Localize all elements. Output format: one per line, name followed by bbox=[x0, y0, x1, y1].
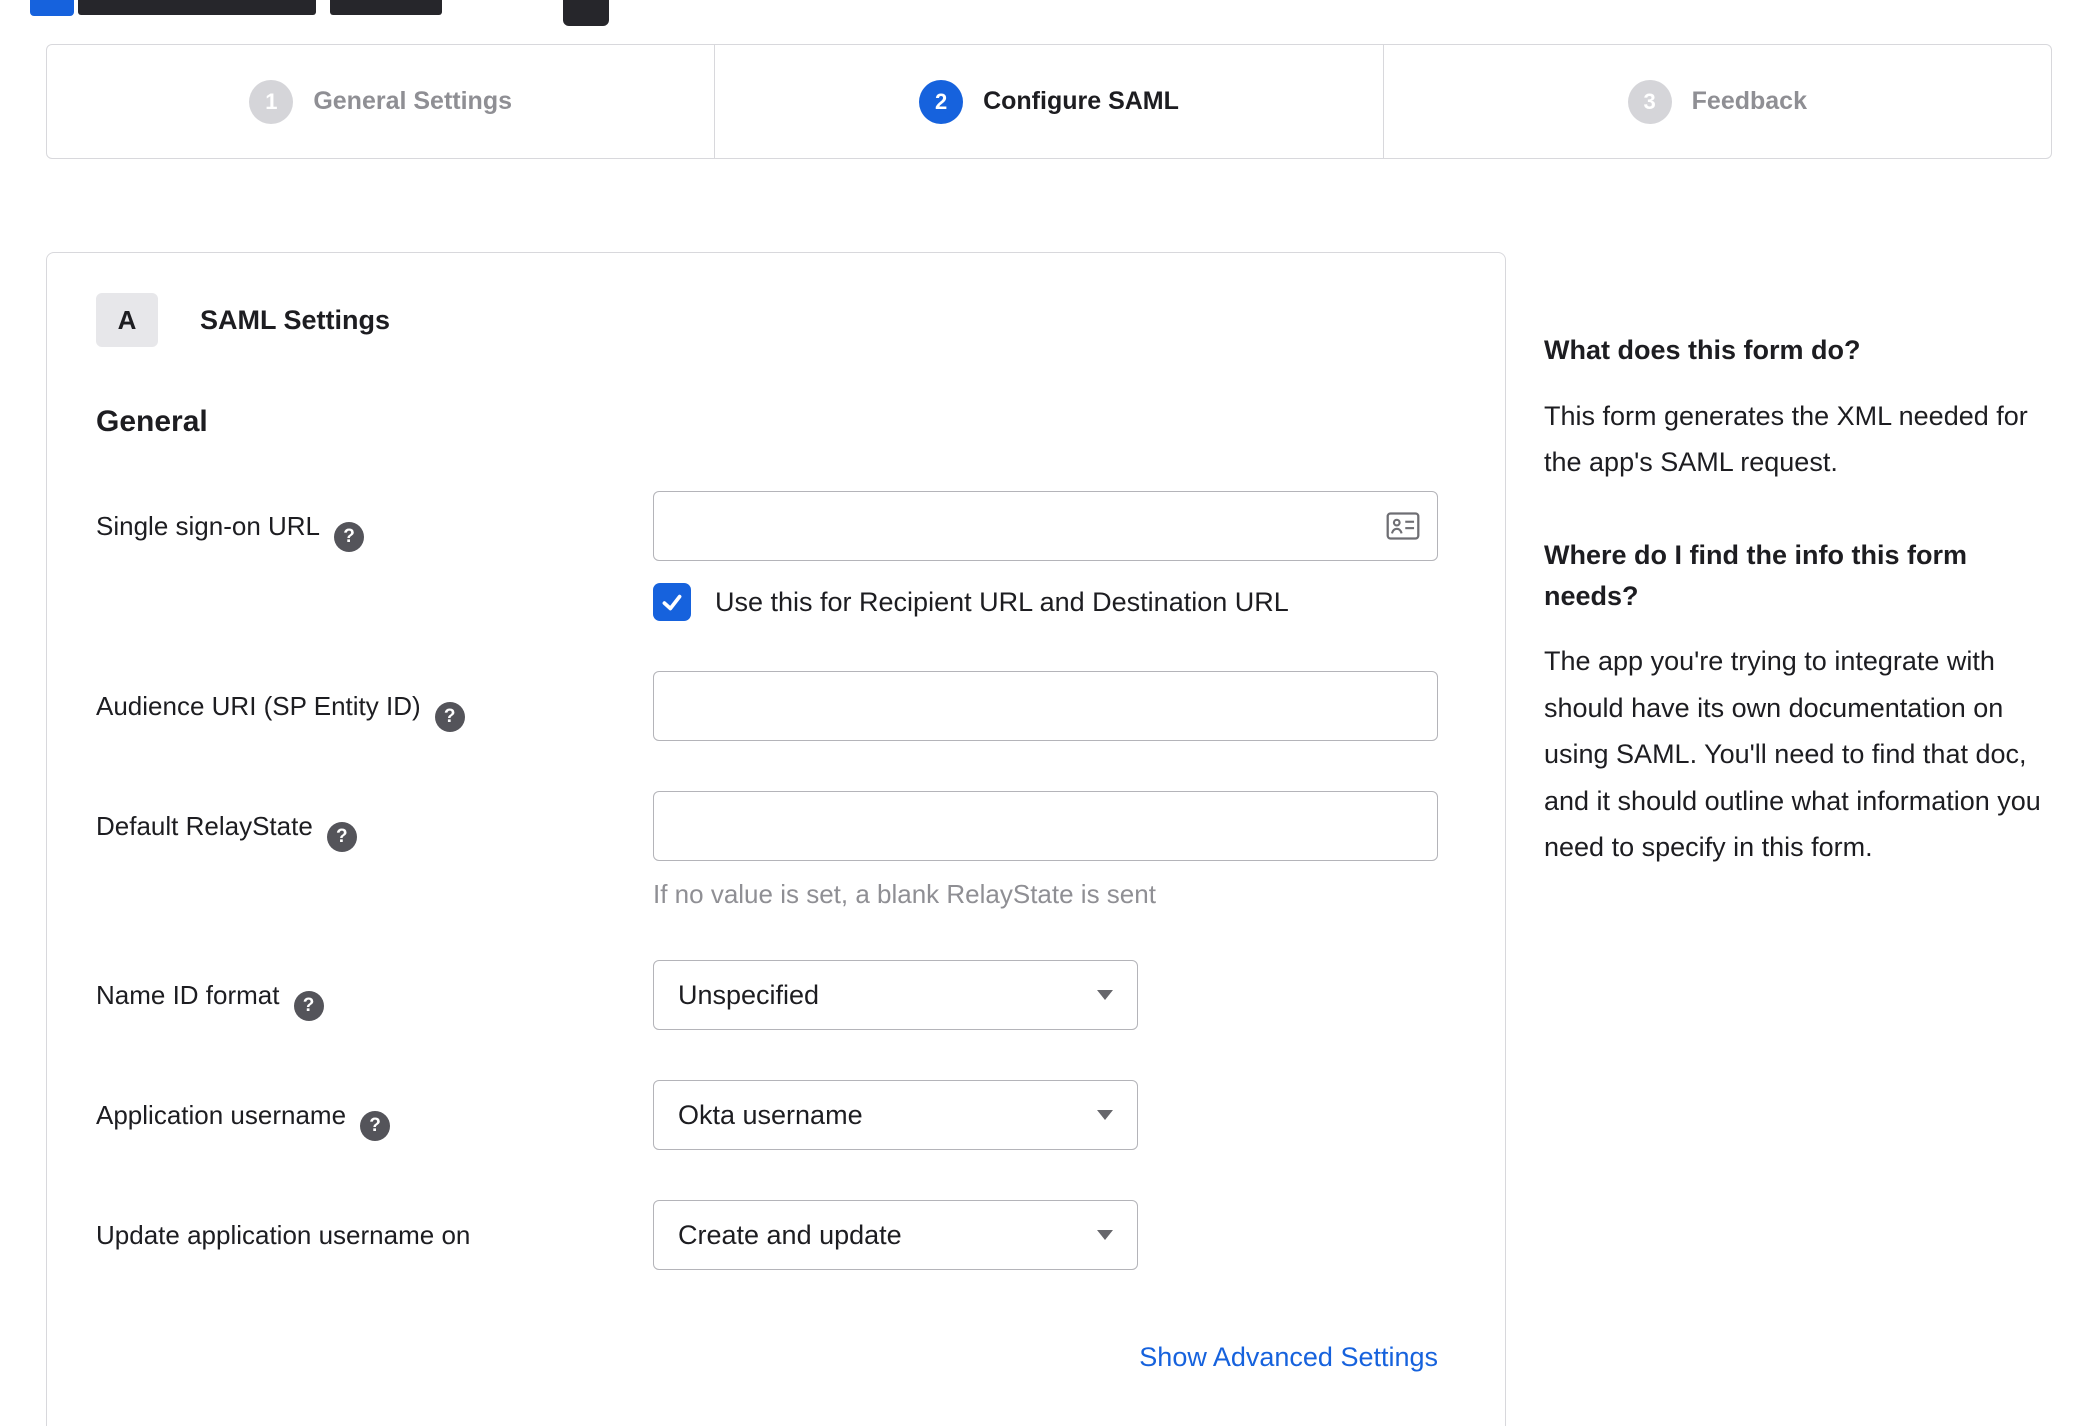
saml-form: Single sign-on URL? Use this for Recipie… bbox=[96, 491, 1505, 1270]
show-advanced-settings-link[interactable]: Show Advanced Settings bbox=[1139, 1342, 1438, 1372]
wizard-stepper: 1 General Settings 2 Configure SAML 3 Fe… bbox=[46, 44, 2052, 159]
name-id-format-row: Name ID format? Unspecified bbox=[96, 960, 1505, 1030]
update-app-username-label-col: Update application username on bbox=[96, 1200, 653, 1270]
step-number-badge: 1 bbox=[249, 79, 294, 124]
application-username-select[interactable]: Okta username bbox=[653, 1080, 1138, 1150]
sidebar-heading-what: What does this form do? bbox=[1544, 335, 1861, 365]
update-app-username-value: Create and update bbox=[678, 1219, 902, 1250]
configure-saml-page: 1 General Settings 2 Configure SAML 3 Fe… bbox=[0, 0, 2092, 1426]
sso-url-label: Single sign-on URL bbox=[96, 511, 321, 541]
application-username-label-col: Application username? bbox=[96, 1080, 653, 1150]
application-username-row: Application username? Okta username bbox=[96, 1080, 1505, 1150]
sso-url-label-col: Single sign-on URL? bbox=[96, 491, 653, 621]
default-relaystate-field-col: If no value is set, a blank RelayState i… bbox=[653, 791, 1438, 910]
help-icon[interactable]: ? bbox=[360, 1111, 391, 1141]
update-app-username-row: Update application username on Create an… bbox=[96, 1200, 1505, 1270]
clipped-app-title-fragment bbox=[78, 0, 316, 15]
section-a-badge: A bbox=[96, 293, 158, 347]
application-username-field-col: Okta username bbox=[653, 1080, 1438, 1150]
sso-recipient-checkbox-label: Use this for Recipient URL and Destinati… bbox=[715, 586, 1289, 617]
default-relaystate-input[interactable] bbox=[653, 791, 1438, 861]
help-sidebar: What does this form do? This form genera… bbox=[1544, 252, 2052, 921]
help-icon[interactable]: ? bbox=[293, 991, 324, 1021]
audience-uri-label: Audience URI (SP Entity ID) bbox=[96, 691, 421, 721]
sso-url-field-col: Use this for Recipient URL and Destinati… bbox=[653, 491, 1438, 621]
step-label: General Settings bbox=[313, 87, 512, 115]
audience-uri-input[interactable] bbox=[653, 671, 1438, 741]
clipped-logo-fragment bbox=[30, 0, 74, 16]
name-id-format-label: Name ID format bbox=[96, 980, 280, 1010]
step-general-settings[interactable]: 1 General Settings bbox=[47, 45, 714, 158]
step-number-badge: 3 bbox=[1627, 79, 1672, 124]
general-group-title: General bbox=[96, 405, 208, 438]
sso-url-input[interactable] bbox=[653, 491, 1438, 561]
help-icon[interactable]: ? bbox=[326, 822, 357, 852]
checked-checkbox[interactable] bbox=[653, 583, 691, 621]
default-relaystate-label: Default RelayState bbox=[96, 811, 313, 841]
panel-title: SAML Settings bbox=[200, 304, 391, 335]
chevron-down-icon bbox=[1097, 1230, 1113, 1240]
audience-uri-field-col bbox=[653, 671, 1438, 741]
help-icon[interactable]: ? bbox=[434, 702, 465, 732]
step-number-badge: 2 bbox=[919, 79, 964, 124]
audience-uri-label-col: Audience URI (SP Entity ID)? bbox=[96, 671, 653, 741]
sidebar-heading-where: Where do I find the info this form needs… bbox=[1544, 540, 1967, 611]
chevron-down-icon bbox=[1097, 1110, 1113, 1120]
application-username-label: Application username bbox=[96, 1100, 347, 1130]
default-relaystate-label-col: Default RelayState? bbox=[96, 791, 653, 910]
name-id-format-select[interactable]: Unspecified bbox=[653, 960, 1138, 1030]
advanced-settings-row: Show Advanced Settings bbox=[96, 1342, 1438, 1373]
step-configure-saml[interactable]: 2 Configure SAML bbox=[714, 45, 1382, 158]
sso-recipient-checkbox-row[interactable]: Use this for Recipient URL and Destinati… bbox=[653, 583, 1438, 621]
name-id-format-value: Unspecified bbox=[678, 979, 820, 1010]
update-app-username-field-col: Create and update bbox=[653, 1200, 1438, 1270]
sidebar-body-what: This form generates the XML needed for t… bbox=[1544, 400, 2028, 477]
update-app-username-label: Update application username on bbox=[96, 1220, 471, 1250]
panel-header: A SAML Settings bbox=[96, 293, 1505, 347]
audience-uri-row: Audience URI (SP Entity ID)? bbox=[96, 671, 1505, 741]
step-feedback[interactable]: 3 Feedback bbox=[1382, 45, 2051, 158]
step-label: Configure SAML bbox=[983, 87, 1179, 115]
clipped-header-icon bbox=[563, 0, 609, 26]
contact-card-icon[interactable] bbox=[1386, 510, 1420, 547]
help-icon[interactable]: ? bbox=[334, 522, 365, 552]
update-app-username-select[interactable]: Create and update bbox=[653, 1200, 1138, 1270]
saml-settings-panel: A SAML Settings General Single sign-on U… bbox=[46, 252, 1506, 1426]
default-relaystate-row: Default RelayState? If no value is set, … bbox=[96, 791, 1505, 910]
default-relaystate-input-wrap bbox=[653, 791, 1438, 861]
sso-url-input-wrap bbox=[653, 491, 1438, 561]
step-label: Feedback bbox=[1691, 87, 1807, 115]
chevron-down-icon bbox=[1097, 990, 1113, 1000]
main-content: A SAML Settings General Single sign-on U… bbox=[46, 252, 2052, 1426]
name-id-format-field-col: Unspecified bbox=[653, 960, 1438, 1030]
check-icon bbox=[662, 594, 682, 611]
sidebar-body-where: The app you're trying to integrate with … bbox=[1544, 646, 2041, 863]
default-relaystate-hint: If no value is set, a blank RelayState i… bbox=[653, 879, 1156, 909]
name-id-format-label-col: Name ID format? bbox=[96, 960, 653, 1030]
clipped-app-title-fragment bbox=[330, 0, 442, 15]
sso-url-row: Single sign-on URL? Use this for Recipie… bbox=[96, 491, 1505, 621]
application-username-value: Okta username bbox=[678, 1099, 863, 1130]
audience-uri-input-wrap bbox=[653, 671, 1438, 741]
